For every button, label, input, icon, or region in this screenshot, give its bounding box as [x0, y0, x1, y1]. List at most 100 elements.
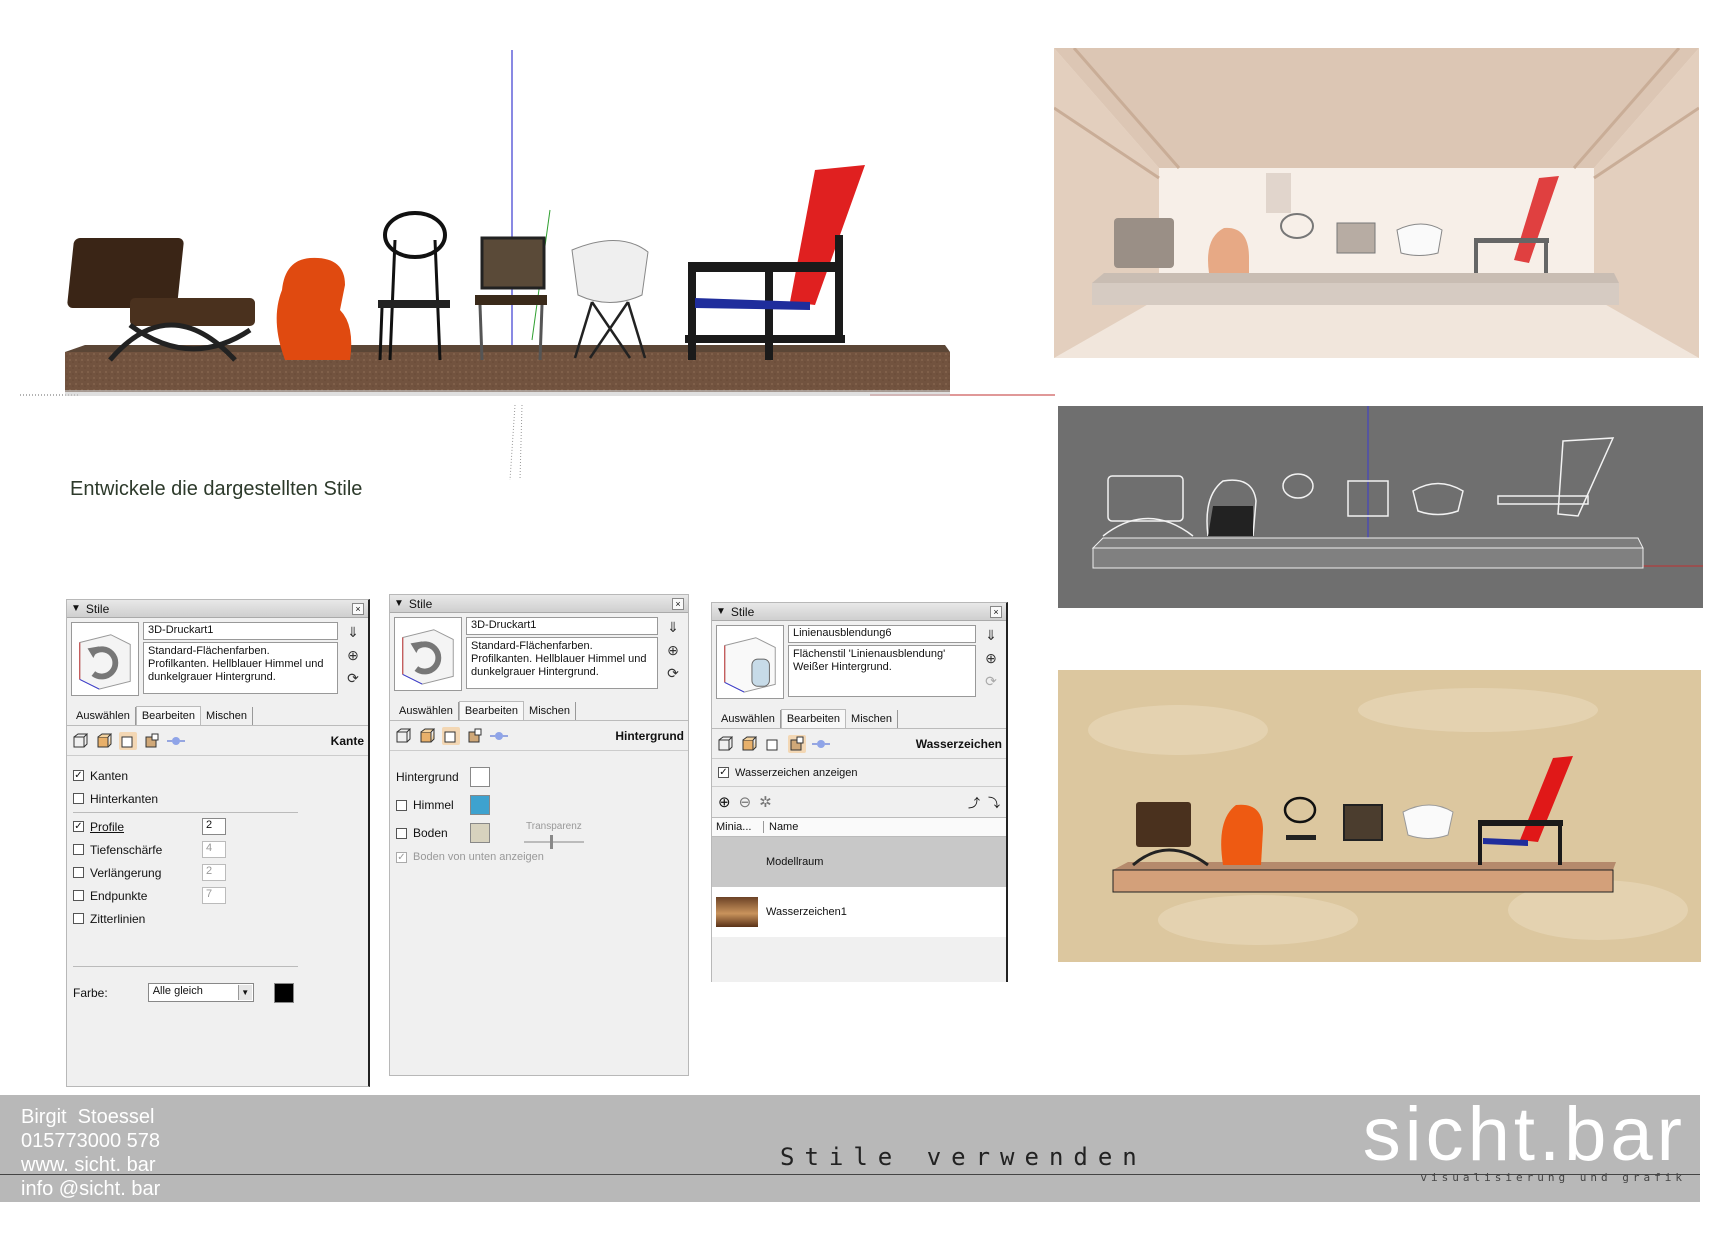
tab-edit[interactable]: Bearbeiten [458, 701, 525, 720]
modeling-settings-icon[interactable] [167, 732, 185, 750]
depth-cue-input[interactable]: 4 [202, 841, 226, 858]
style-name-field[interactable]: 3D-Druckart1 [143, 622, 338, 640]
style-preview-warehouse [1054, 48, 1699, 358]
contact-name: Birgit Stoessel [21, 1106, 155, 1128]
style-name-field[interactable]: Linienausblendung6 [788, 625, 976, 643]
collapse-triangle-icon[interactable]: ▼ [716, 606, 726, 617]
list-item[interactable]: Modellraum [712, 837, 1006, 887]
style-name-field[interactable]: 3D-Druckart1 [466, 617, 658, 635]
watermark-settings-icon[interactable] [143, 732, 161, 750]
face-settings-icon[interactable] [740, 735, 758, 753]
save-style-icon[interactable]: ⇓ [667, 619, 679, 636]
panel-titlebar[interactable]: ▼ Stile × [390, 595, 688, 613]
close-icon[interactable]: × [990, 605, 1002, 618]
close-icon[interactable]: × [352, 602, 364, 615]
save-style-icon[interactable]: ⇓ [985, 627, 997, 644]
refresh-icon[interactable]: ⟳ [667, 665, 679, 682]
watermark-settings-icon[interactable] [466, 727, 484, 745]
face-settings-icon[interactable] [95, 732, 113, 750]
transparency-label: Transparenz [526, 821, 582, 832]
move-down-icon[interactable]: ⤵ [988, 794, 1000, 811]
transparency-slider[interactable] [524, 835, 584, 849]
close-icon[interactable]: × [672, 597, 684, 610]
sky-row[interactable]: Himmel [390, 791, 688, 819]
option-jitter[interactable]: Zitterlinien [67, 907, 368, 930]
list-item-label: Modellraum [766, 856, 824, 868]
column-header-thumbnail[interactable]: Minia... [712, 821, 764, 833]
profiles-width-input[interactable]: 2 [202, 818, 226, 835]
column-header-name[interactable]: Name [764, 821, 798, 833]
ground-below-row[interactable]: ✓ Boden von unten anzeigen [390, 847, 688, 867]
background-settings-icon[interactable] [442, 726, 460, 745]
checkbox-back-edges[interactable] [73, 793, 84, 804]
add-icon[interactable]: ⊕ [718, 793, 731, 811]
gear-icon[interactable]: ✲ [759, 793, 772, 811]
create-style-icon[interactable]: ⊕ [347, 647, 359, 664]
modeling-settings-icon[interactable] [490, 727, 508, 745]
checkbox-sky[interactable] [396, 799, 407, 811]
tab-edit[interactable]: Bearbeiten [780, 709, 847, 728]
tab-select[interactable]: Auswählen [394, 702, 459, 720]
panel-titlebar[interactable]: ▼ Stile × [712, 603, 1006, 621]
tab-mix[interactable]: Mischen [524, 702, 577, 720]
watermark-settings-icon[interactable] [788, 734, 806, 753]
brand-name: sicht.bar [1362, 1092, 1686, 1177]
option-profiles[interactable]: ✓ Profile 2 [67, 815, 368, 838]
create-style-icon[interactable]: ⊕ [985, 650, 997, 667]
edge-settings-icon[interactable] [394, 727, 412, 745]
checkbox-jitter[interactable] [73, 913, 84, 924]
refresh-icon[interactable]: ⟳ [985, 673, 997, 690]
sky-color-swatch[interactable] [470, 795, 490, 815]
endpoints-input[interactable]: 7 [202, 887, 226, 904]
collapse-triangle-icon[interactable]: ▼ [71, 603, 81, 614]
option-back-edges[interactable]: Hinterkanten [67, 787, 368, 810]
option-extension[interactable]: Verlängerung 2 [67, 861, 368, 884]
tab-edit[interactable]: Bearbeiten [135, 706, 202, 725]
style-thumbnail [71, 622, 139, 696]
tab-mix[interactable]: Mischen [201, 707, 254, 725]
background-settings-icon[interactable] [764, 735, 782, 753]
style-description[interactable]: Standard-Flächenfarben. Profilkanten. He… [143, 642, 338, 694]
edge-settings-icon[interactable] [71, 732, 89, 750]
collapse-triangle-icon[interactable]: ▼ [394, 598, 404, 609]
main-3d-viewport[interactable] [20, 40, 1055, 481]
tab-select[interactable]: Auswählen [71, 707, 136, 725]
color-mode-select[interactable]: Alle gleich ▼ [147, 983, 254, 1002]
edge-settings-icon[interactable] [716, 735, 734, 753]
style-description[interactable]: Flächenstil 'Linienausblendung' Weißer H… [788, 645, 976, 697]
save-style-icon[interactable]: ⇓ [347, 624, 359, 641]
checkbox-profiles[interactable]: ✓ [73, 821, 84, 832]
list-item[interactable]: Wasserzeichen1 [712, 887, 1006, 937]
checkbox-extension[interactable] [73, 867, 84, 878]
edge-color-swatch[interactable] [273, 982, 294, 1003]
panel-titlebar[interactable]: ▼ Stile × [67, 600, 368, 618]
show-watermarks-row[interactable]: ✓ Wasserzeichen anzeigen [712, 759, 1006, 787]
tab-mix[interactable]: Mischen [846, 710, 899, 728]
face-settings-icon[interactable] [418, 727, 436, 745]
checkbox-depth-cue[interactable] [73, 844, 84, 855]
style-description[interactable]: Standard-Flächenfarben. Profilkanten. He… [466, 637, 658, 689]
watermark-thumbnail [716, 897, 758, 927]
option-edges[interactable]: ✓ Kanten [67, 764, 368, 787]
checkbox-ground-below[interactable]: ✓ [396, 851, 407, 863]
style-preview-paper-watermark [1058, 670, 1701, 962]
checkbox-ground[interactable] [396, 827, 407, 839]
ground-color-swatch[interactable] [470, 823, 490, 843]
remove-icon[interactable]: ⊖ [739, 793, 752, 811]
option-endpoints[interactable]: Endpunkte 7 [67, 884, 368, 907]
option-depth-cue[interactable]: Tiefenschärfe 4 [67, 838, 368, 861]
checkbox-endpoints[interactable] [73, 890, 84, 901]
refresh-icon[interactable]: ⟳ [347, 670, 359, 687]
checkbox-show-watermarks[interactable]: ✓ [718, 767, 729, 778]
background-settings-icon[interactable] [119, 731, 137, 750]
move-up-icon[interactable]: ⤴ [968, 794, 980, 811]
style-thumbnail [716, 625, 784, 699]
create-style-icon[interactable]: ⊕ [667, 642, 679, 659]
background-color-swatch[interactable] [470, 767, 490, 787]
tab-select[interactable]: Auswählen [716, 710, 781, 728]
styles-panel-background: ▼ Stile × 3D-Druckart1 Standard-Flächenf… [389, 594, 689, 1076]
extension-input[interactable]: 2 [202, 864, 226, 881]
modeling-settings-icon[interactable] [812, 735, 830, 753]
checkbox-edges[interactable]: ✓ [73, 770, 84, 781]
transparency-slider-handle[interactable] [550, 835, 553, 849]
